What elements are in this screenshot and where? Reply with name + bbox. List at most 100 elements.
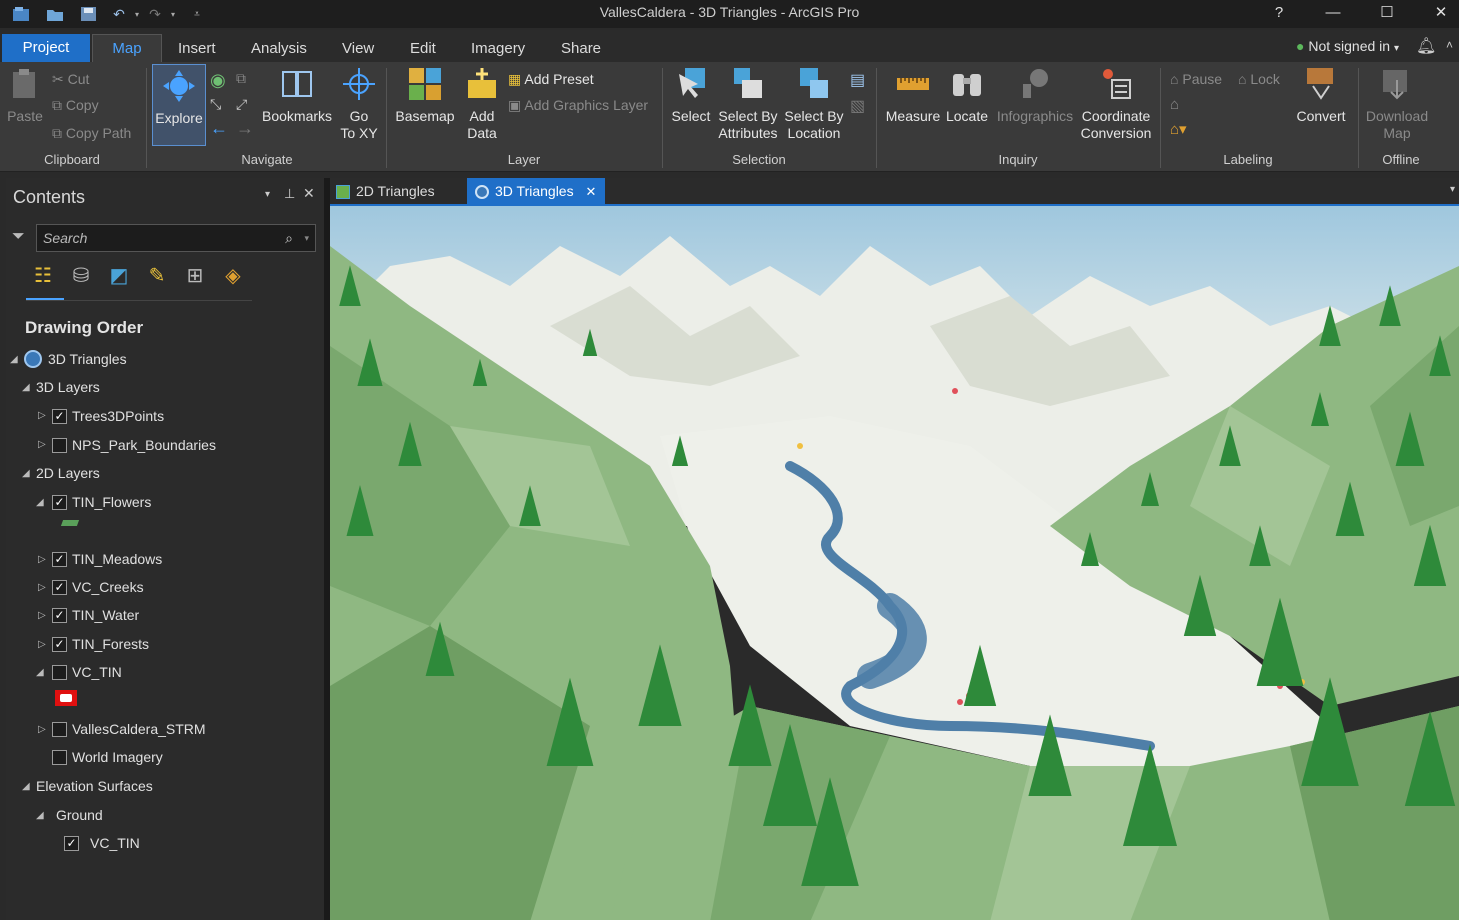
layer-nps-park-boundaries[interactable]: NPS_Park_Boundaries xyxy=(72,432,216,458)
layer-vc-creeks[interactable]: VC_Creeks xyxy=(72,574,144,600)
tab-share[interactable]: Share xyxy=(561,36,601,62)
minimize-button[interactable]: — xyxy=(1318,2,1348,24)
sign-in-status[interactable]: ● Not signed in ▾ xyxy=(1296,38,1399,54)
pin-icon[interactable]: ⊥ xyxy=(284,186,295,202)
cut-button[interactable]: ✂ Cut xyxy=(52,68,89,90)
layer-tin-forests[interactable]: TIN_Forests xyxy=(72,631,149,657)
list-by-selection-icon[interactable]: ◩ xyxy=(104,260,134,290)
layer-vc-tin[interactable]: VC_TIN xyxy=(72,659,122,685)
layer-checkbox[interactable]: ✓ xyxy=(64,836,79,851)
explore-button[interactable]: Explore xyxy=(152,64,206,146)
fixed-zoom-in-icon[interactable]: ⤡ xyxy=(210,96,221,113)
layer-checkbox[interactable]: ✓ xyxy=(52,637,67,652)
3d-scene-canvas[interactable] xyxy=(330,206,1459,920)
list-by-labeling-icon[interactable]: ◈ xyxy=(218,260,248,290)
forward-icon[interactable]: → xyxy=(236,118,254,139)
list-by-snapping-icon[interactable]: ⊞ xyxy=(180,260,210,290)
tab-2d-triangles[interactable]: 2D Triangles xyxy=(334,178,464,204)
tabs-dropdown-icon[interactable]: ▾ xyxy=(1450,184,1455,195)
full-extent-icon[interactable]: ◉ xyxy=(210,70,226,91)
layer-checkbox[interactable]: ✓ xyxy=(52,552,67,567)
coordinate-conversion-button[interactable]: Coordinate Conversion xyxy=(1078,66,1154,142)
view-unplaced-icon[interactable]: ⌂ xyxy=(1170,96,1179,113)
expand-triangle-icon[interactable]: ◢ xyxy=(22,468,30,479)
collapsed-triangle-icon[interactable]: ▷ xyxy=(38,582,46,593)
notifications-icon[interactable]: 🔔︎ xyxy=(1416,36,1436,56)
ground-surface[interactable]: Ground xyxy=(56,802,103,828)
infographics-button[interactable]: Infographics xyxy=(994,66,1076,125)
symbol-swatch[interactable] xyxy=(60,520,80,526)
layer-tin-water[interactable]: TIN_Water xyxy=(72,602,139,628)
layer-tin-meadows[interactable]: TIN_Meadows xyxy=(72,546,162,572)
search-icon[interactable]: ⌕ xyxy=(285,225,293,251)
pause-labeling-button[interactable]: ⌂ Pause xyxy=(1170,68,1222,90)
scene-view[interactable] xyxy=(330,204,1459,920)
layer-vallescaldera-strm[interactable]: VallesCaldera_STRM xyxy=(72,716,206,742)
back-icon[interactable]: ← xyxy=(210,118,228,139)
tab-insert[interactable]: Insert xyxy=(178,36,216,62)
layer-checkbox[interactable]: ✓ xyxy=(52,409,67,424)
locate-button[interactable]: Locate xyxy=(944,66,990,125)
collapsed-triangle-icon[interactable]: ▷ xyxy=(38,639,46,650)
convert-button[interactable]: Convert xyxy=(1290,66,1352,125)
layer-tin-flowers[interactable]: TIN_Flowers xyxy=(72,489,151,515)
collapsed-triangle-icon[interactable]: ▷ xyxy=(38,410,46,421)
search-input[interactable]: Search ⌕ ▾ xyxy=(36,224,316,252)
close-pane-icon[interactable]: ✕ xyxy=(303,185,315,202)
paste-button[interactable]: Paste xyxy=(4,66,46,125)
list-by-drawing-order-icon[interactable]: ☷ xyxy=(28,260,58,290)
symbol-swatch[interactable] xyxy=(55,690,77,706)
tab-edit[interactable]: Edit xyxy=(410,36,436,62)
layer-checkbox[interactable]: ✓ xyxy=(52,608,67,623)
close-button[interactable]: ✕ xyxy=(1426,2,1456,24)
download-map-button[interactable]: Download Map xyxy=(1362,66,1432,142)
select-by-location-button[interactable]: Select By Location xyxy=(782,66,846,142)
copy-button[interactable]: ⧉ Copy xyxy=(52,94,99,116)
maximize-button[interactable]: ☐ xyxy=(1372,2,1402,24)
add-graphics-layer-button[interactable]: ▣ Add Graphics Layer xyxy=(508,94,648,116)
list-by-data-source-icon[interactable]: ⛁ xyxy=(66,260,96,290)
expand-triangle-icon[interactable]: ◢ xyxy=(36,667,44,678)
filter-icon[interactable]: ⏷ xyxy=(12,228,25,246)
fixed-zoom-out-icon[interactable]: ⤢ xyxy=(236,96,247,113)
lock-labeling-button[interactable]: ⌂ Lock xyxy=(1238,68,1280,90)
clear-selection-icon[interactable]: ▧ xyxy=(850,96,865,116)
layer-checkbox[interactable] xyxy=(52,438,67,453)
tab-view[interactable]: View xyxy=(342,36,374,62)
group-elevation-surfaces[interactable]: Elevation Surfaces xyxy=(36,773,153,799)
tab-analysis[interactable]: Analysis xyxy=(251,36,307,62)
search-dropdown-icon[interactable]: ▾ xyxy=(304,225,309,251)
collapsed-triangle-icon[interactable]: ▷ xyxy=(38,439,46,450)
layer-checkbox[interactable]: ✓ xyxy=(52,495,67,510)
add-data-button[interactable]: Add Data xyxy=(460,66,504,142)
tab-map[interactable]: Map xyxy=(92,34,162,62)
previous-extent-icon[interactable]: ⧉ xyxy=(236,70,246,87)
close-tab-icon[interactable]: ✕ xyxy=(585,184,596,199)
group-3d-layers[interactable]: 3D Layers xyxy=(36,374,100,400)
layer-world-imagery[interactable]: World Imagery xyxy=(72,744,163,770)
collapsed-triangle-icon[interactable]: ▷ xyxy=(38,610,46,621)
layer-checkbox[interactable]: ✓ xyxy=(52,580,67,595)
tab-project[interactable]: Project xyxy=(2,34,90,62)
add-preset-button[interactable]: ▦ Add Preset xyxy=(508,68,594,90)
expand-triangle-icon[interactable]: ◢ xyxy=(22,781,30,792)
expand-triangle-icon[interactable]: ◢ xyxy=(10,354,18,365)
collapsed-triangle-icon[interactable]: ▷ xyxy=(38,724,46,735)
label-options-icon[interactable]: ⌂▾ xyxy=(1170,120,1187,138)
go-to-xy-button[interactable]: Go To XY xyxy=(338,66,380,142)
expand-triangle-icon[interactable]: ◢ xyxy=(22,382,30,393)
layer-checkbox[interactable] xyxy=(52,722,67,737)
measure-button[interactable]: Measure xyxy=(884,66,942,125)
basemap-button[interactable]: Basemap xyxy=(392,66,458,125)
collapsed-triangle-icon[interactable]: ▷ xyxy=(38,554,46,565)
expand-triangle-icon[interactable]: ◢ xyxy=(36,810,44,821)
copy-path-button[interactable]: ⧉ Copy Path xyxy=(52,122,131,144)
map-node-3d-triangles[interactable]: 3D Triangles xyxy=(48,346,127,372)
layer-trees3dpoints[interactable]: Trees3DPoints xyxy=(72,403,164,429)
elevation-vc-tin[interactable]: VC_TIN xyxy=(90,830,140,856)
collapse-ribbon-icon[interactable]: ˄ xyxy=(1446,38,1453,52)
layer-checkbox[interactable] xyxy=(52,750,67,765)
group-2d-layers[interactable]: 2D Layers xyxy=(36,460,100,486)
bookmarks-button[interactable]: Bookmarks xyxy=(262,66,332,125)
pane-options-icon[interactable]: ▾ xyxy=(265,189,270,200)
